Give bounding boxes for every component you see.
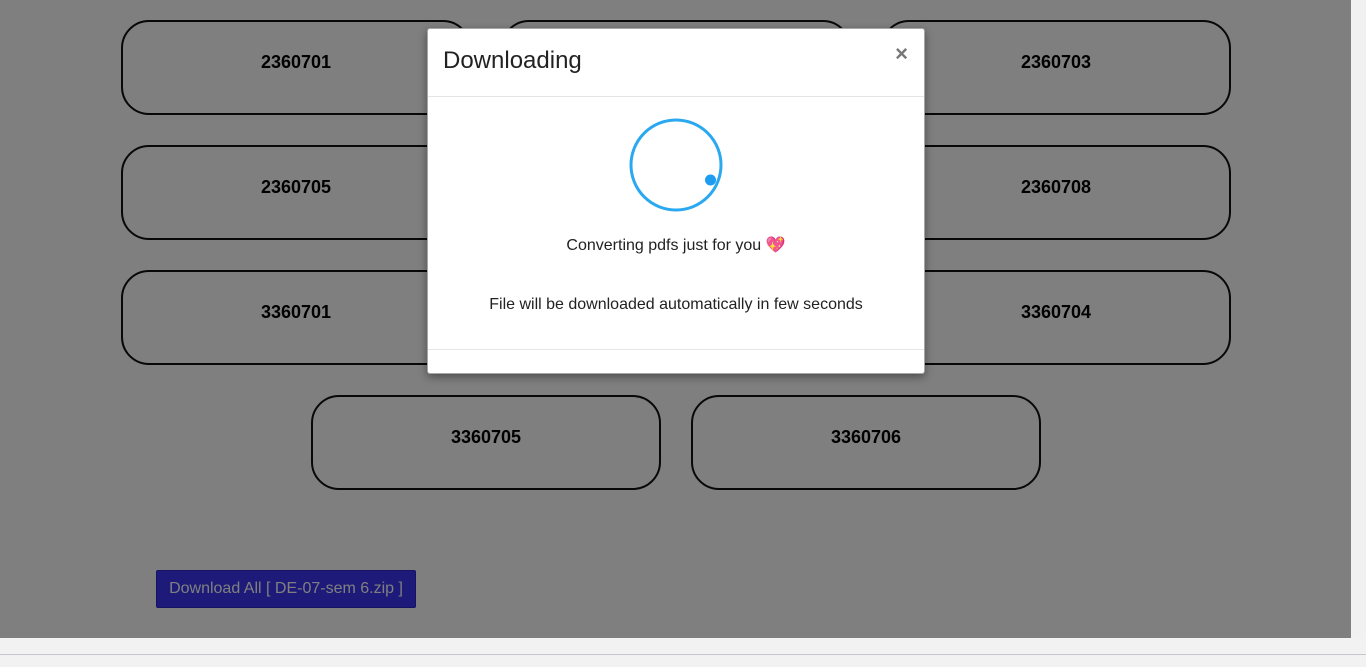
downloading-dialog: Downloading × Converting pdfs just for y…: [427, 28, 925, 374]
dialog-header: Downloading ×: [428, 29, 924, 97]
dialog-title: Downloading: [443, 47, 582, 74]
spinner-dot: [705, 174, 716, 186]
scrollbar[interactable]: [1351, 0, 1366, 638]
sparkling-heart-icon: 💖: [765, 237, 786, 254]
converting-message: Converting pdfs just for you 💖: [428, 235, 924, 255]
spinner-ring: [629, 118, 723, 212]
converting-message-text: Converting pdfs just for you: [566, 237, 762, 254]
modal-backdrop-bottom: [0, 638, 1366, 667]
dialog-footer-divider: [428, 349, 924, 350]
close-icon[interactable]: ×: [895, 43, 908, 65]
download-note: File will be downloaded automatically in…: [489, 296, 863, 313]
loading-spinner-icon: [629, 118, 723, 212]
